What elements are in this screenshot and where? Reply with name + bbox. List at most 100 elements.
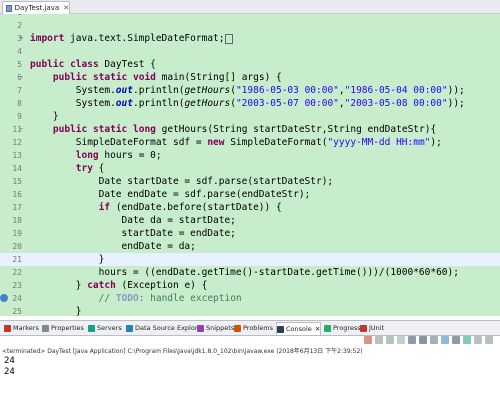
code-line[interactable]: 13 long hours = 0; — [0, 149, 500, 162]
close-icon[interactable]: ✕ — [315, 325, 320, 333]
code-line[interactable]: 2 — [0, 19, 500, 32]
code-line[interactable]: 25 } — [0, 305, 500, 316]
code-line[interactable]: 12 SimpleDateFormat sdf = new SimpleDate… — [0, 136, 500, 149]
maximize-icon[interactable] — [485, 336, 493, 344]
view-icon — [360, 324, 367, 332]
code-text: SimpleDateFormat sdf = new SimpleDateFor… — [30, 136, 442, 149]
view-tab-progress[interactable]: Progress — [324, 322, 361, 334]
line-number: 19 — [12, 229, 22, 238]
code-token: )); — [447, 98, 465, 109]
console-output-line: 24 — [4, 367, 15, 377]
code-line[interactable]: 14 try { — [0, 162, 500, 175]
code-token: long — [75, 150, 99, 161]
code-line[interactable]: 24 // TODO: handle exception — [0, 292, 500, 305]
view-icon — [126, 324, 133, 332]
code-line[interactable]: 16 Date endDate = sdf.parse(endDateStr); — [0, 188, 500, 201]
code-line[interactable]: 18 Date da = startDate; — [0, 214, 500, 227]
editor-tab-daytest[interactable]: DayTest.java ✕ — [2, 1, 70, 14]
view-tab-junit[interactable]: JUnit — [360, 322, 384, 334]
code-token: "1986-05-04 00:00" — [344, 85, 448, 96]
code-token: TODO — [115, 293, 139, 304]
code-line[interactable]: 8 System.out.println(getHours("2003-05-0… — [0, 97, 500, 110]
code-text: startDate = endDate; — [30, 227, 236, 240]
remove-launch-icon[interactable] — [375, 336, 383, 344]
open-console-icon[interactable] — [463, 336, 471, 344]
code-line[interactable]: 15 Date startDate = sdf.parse(startDateS… — [0, 175, 500, 188]
code-token: static — [92, 124, 128, 135]
code-line[interactable]: 22 hours = ((endDate.getTime()-startDate… — [0, 266, 500, 279]
code-line[interactable]: 3 + import java.text.SimpleDateFormat; — [0, 32, 500, 45]
code-token: SimpleDateFormat( — [224, 137, 328, 148]
line-number: 17 — [12, 203, 22, 212]
close-icon[interactable]: ✕ — [63, 4, 69, 12]
code-token: getHours — [184, 85, 231, 96]
code-text: // TODO: handle exception — [30, 292, 242, 305]
view-tab-console[interactable]: Console ✕ — [276, 322, 322, 335]
code-token: new — [207, 137, 225, 148]
scroll-lock-icon[interactable] — [408, 336, 416, 344]
line-number: 2 — [17, 21, 22, 30]
code-line[interactable]: 11− public static long getHours(String s… — [0, 123, 500, 136]
pin-console-icon[interactable] — [441, 336, 449, 344]
code-token: startDate = endDate; — [30, 228, 236, 239]
remove-all-icon[interactable] — [386, 336, 394, 344]
code-token: Date endDate = sdf.parse(endDateStr); — [30, 189, 311, 200]
code-line[interactable]: 6− public static void main(String[] args… — [0, 71, 500, 84]
view-tab-problems[interactable]: Problems — [234, 322, 273, 334]
code-token: } — [30, 111, 59, 122]
view-tab-label: JUnit — [369, 324, 385, 332]
code-line[interactable]: 9 } — [0, 110, 500, 123]
fold-toggle-icon[interactable]: − — [19, 74, 26, 81]
code-line[interactable]: 5 public class DayTest { — [0, 58, 500, 71]
view-tab-markers[interactable]: Markers — [4, 322, 39, 334]
view-icon — [277, 325, 284, 333]
collapsed-imports-icon[interactable] — [225, 33, 234, 44]
fold-toggle-icon[interactable]: − — [19, 126, 26, 133]
code-text: } — [30, 110, 59, 123]
code-token: if — [98, 202, 111, 213]
code-token: out — [115, 85, 133, 96]
show-on-output-icon[interactable] — [419, 336, 427, 344]
code-text: public class DayTest { — [30, 58, 156, 71]
code-line[interactable]: 20 endDate = da; — [0, 240, 500, 253]
code-text: public static long getHours(String start… — [30, 123, 436, 136]
code-token: public — [52, 124, 88, 135]
console-toolbar — [0, 336, 500, 345]
code-text: } — [30, 253, 105, 266]
view-tab-data-source-explorer[interactable]: Data Source Explorer — [126, 322, 204, 334]
code-token: Date da = startDate; — [30, 215, 236, 226]
view-tab-servers[interactable]: Servers — [88, 322, 122, 334]
view-tab-label: Progress — [333, 324, 361, 332]
code-editor[interactable]: 123+import java.text.SimpleDateFormat;45… — [0, 14, 500, 316]
code-token: public — [30, 59, 65, 70]
code-token: void — [133, 72, 156, 83]
code-token: (Exception e) { — [115, 280, 208, 291]
code-text: Date startDate = sdf.parse(startDateStr)… — [30, 175, 334, 188]
word-wrap-icon[interactable] — [430, 336, 438, 344]
java-file-icon — [6, 4, 12, 12]
code-line[interactable]: 7 System.out.println(getHours("1986-05-0… — [0, 84, 500, 97]
line-number: 20 — [12, 242, 22, 251]
code-token: "yyyy-MM-dd HH:mm" — [327, 137, 431, 148]
view-tab-snippets[interactable]: Snippets — [197, 322, 234, 334]
display-console-icon[interactable] — [452, 336, 460, 344]
fold-toggle-icon[interactable]: + — [19, 35, 26, 42]
view-tab-properties[interactable]: Properties — [42, 322, 84, 334]
clear-console-icon[interactable] — [397, 336, 405, 344]
code-token: long — [133, 124, 156, 135]
view-icon — [234, 324, 241, 332]
minimize-icon[interactable] — [474, 336, 482, 344]
task-marker-icon[interactable] — [0, 294, 8, 302]
code-token: out — [115, 98, 133, 109]
code-line[interactable]: 19 startDate = endDate; — [0, 227, 500, 240]
code-line[interactable]: 21 } — [0, 253, 500, 266]
code-line[interactable]: 4 — [0, 45, 500, 58]
code-token: } — [30, 280, 88, 291]
terminate-icon[interactable] — [364, 336, 372, 344]
code-line[interactable]: 17 if (endDate.before(startDate)) { — [0, 201, 500, 214]
code-text: try { — [30, 162, 105, 175]
code-token: System. — [30, 98, 116, 109]
code-line[interactable]: 23 } catch (Exception e) { — [0, 279, 500, 292]
